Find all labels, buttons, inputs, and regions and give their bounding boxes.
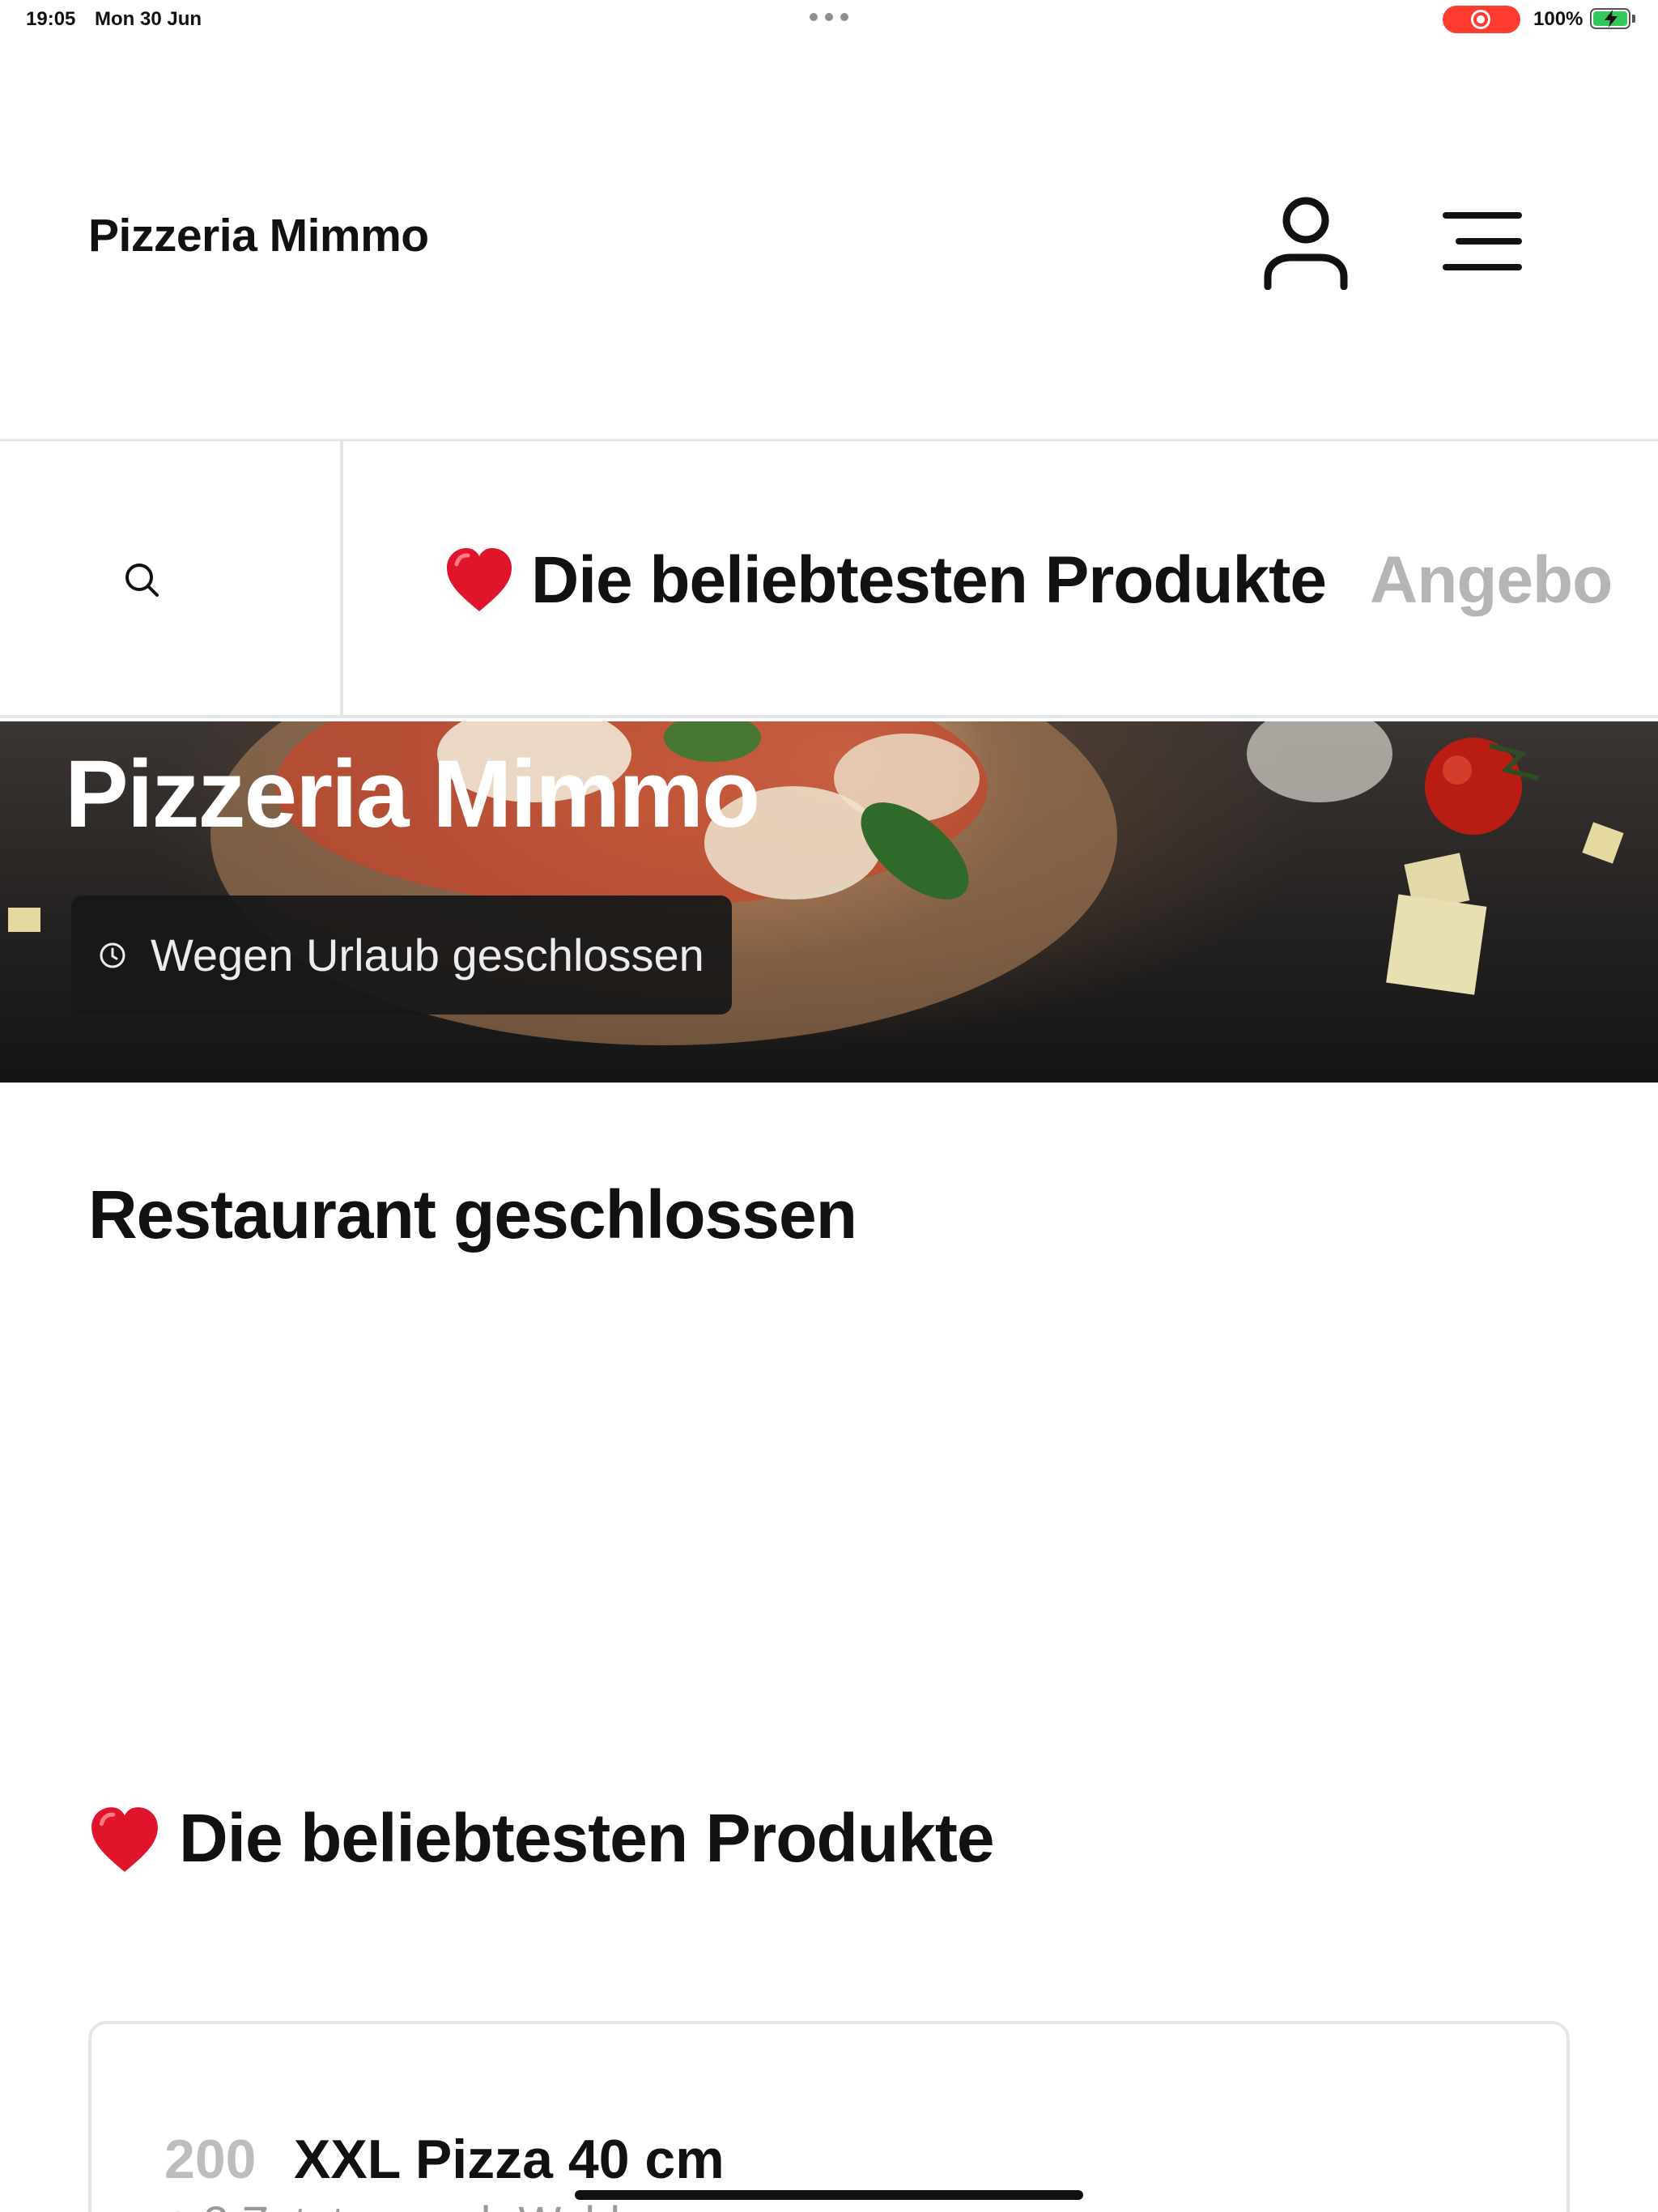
tab-popular-products[interactable]: Die beliebtesten Produkte bbox=[444, 542, 1327, 619]
product-name: XXL Pizza 40 cm bbox=[294, 2129, 725, 2190]
tab-label: Die beliebtesten Produkte bbox=[531, 543, 1327, 618]
closed-notice-text: Wegen Urlaub geschlossen bbox=[151, 929, 704, 981]
product-number: 200 bbox=[164, 2129, 257, 2190]
hamburger-menu-icon bbox=[1443, 212, 1522, 270]
closed-notice-badge: Wegen Urlaub geschlossen bbox=[71, 895, 732, 1015]
heart-icon bbox=[91, 1806, 158, 1872]
search-button[interactable] bbox=[0, 441, 343, 715]
battery-percentage: 100% bbox=[1533, 8, 1584, 30]
tab-offers[interactable]: Angebo bbox=[1370, 542, 1613, 619]
popular-products-heading: Die beliebtesten Produkte bbox=[88, 1799, 995, 1878]
hero-banner: Pizzeria Mimmo Wegen Urlaub geschlossen bbox=[0, 721, 1658, 1083]
status-time: 19:05 bbox=[26, 8, 76, 30]
site-header: Pizzeria Mimmo bbox=[0, 39, 1658, 441]
menu-button[interactable] bbox=[1435, 209, 1524, 274]
search-icon bbox=[125, 564, 159, 597]
account-button[interactable] bbox=[1260, 193, 1352, 291]
product-description: + 3 Zutaten nach Wahl bbox=[164, 2196, 620, 2212]
battery-cap bbox=[1632, 15, 1635, 23]
clock-icon bbox=[100, 942, 125, 968]
category-bar: Die beliebtesten Produkte Angebo bbox=[0, 441, 1658, 718]
user-icon bbox=[1264, 197, 1348, 291]
restaurant-closed-heading: Restaurant geschlossen bbox=[88, 1176, 857, 1253]
status-date: Mon 30 Jun bbox=[95, 8, 202, 30]
category-tabs: Die beliebtesten Produkte Angebo bbox=[444, 538, 1613, 619]
screen-recording-icon[interactable] bbox=[1443, 6, 1520, 33]
status-bar: 19:05 Mon 30 Jun 100% bbox=[0, 0, 1658, 39]
multitasking-dots-icon[interactable] bbox=[810, 13, 848, 23]
product-card[interactable]: 200 XXL Pizza 40 cm + 3 Zutaten nach Wah… bbox=[88, 2021, 1570, 2212]
battery-icon bbox=[1590, 8, 1630, 29]
brand-title[interactable]: Pizzeria Mimmo bbox=[88, 209, 429, 262]
home-indicator[interactable] bbox=[575, 2190, 1083, 2200]
hero-title: Pizzeria Mimmo bbox=[65, 741, 760, 848]
popular-heading-label: Die beliebtesten Produkte bbox=[179, 1800, 995, 1876]
heart-icon bbox=[447, 547, 512, 611]
page: 19:05 Mon 30 Jun 100% Pizzeria Mimmo Die… bbox=[0, 0, 1658, 2212]
